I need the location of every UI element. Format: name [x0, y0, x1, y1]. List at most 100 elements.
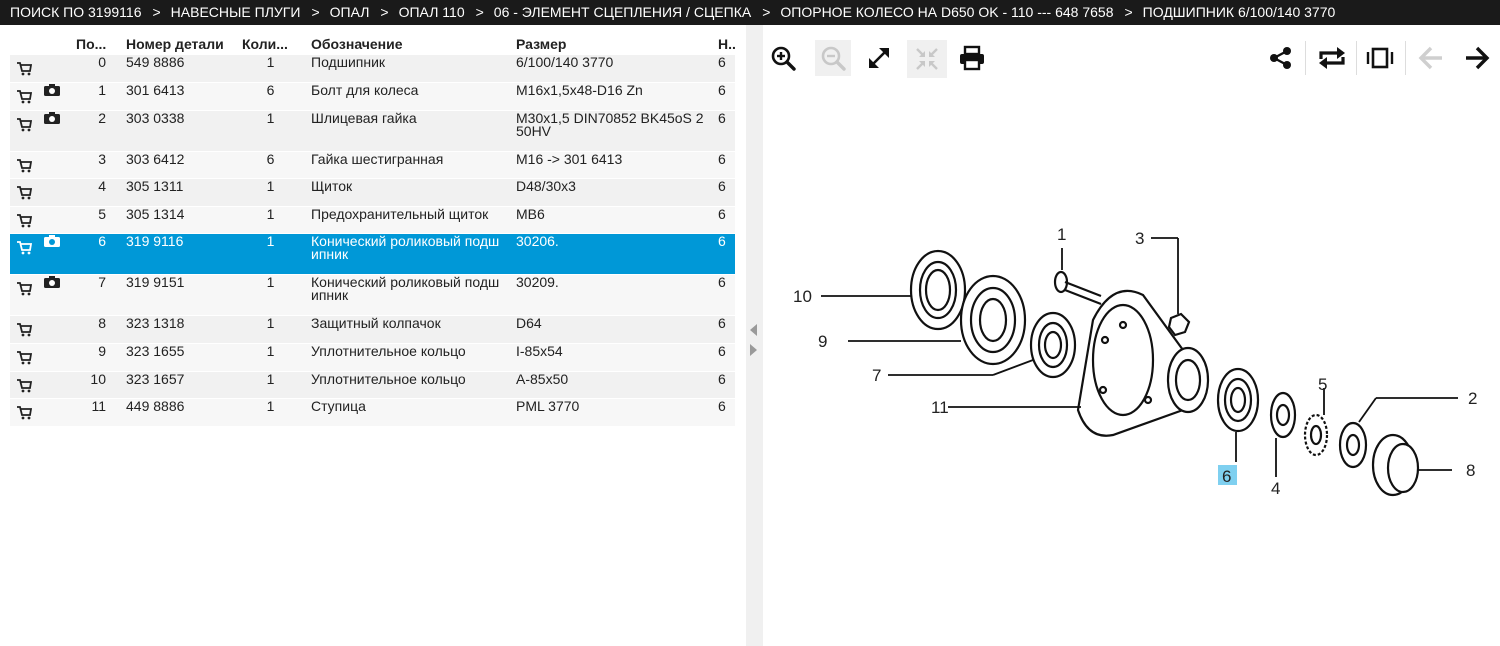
part-4-washer[interactable] — [1269, 391, 1297, 439]
add-to-cart-button[interactable] — [16, 349, 32, 365]
table-row[interactable]: 1 301 6413 6 Болт для колеса M16x1,5x48-D16 … — [10, 81, 735, 111]
part-number-cell: 549 8886 — [120, 55, 236, 84]
breadcrumb-item-plows[interactable]: НАВЕСНЫЕ ПЛУГИ — [171, 4, 301, 20]
breadcrumb-item-opal-110[interactable]: ОПАЛ 110 — [399, 4, 465, 20]
column-header-pos[interactable]: По... — [70, 33, 120, 55]
part-number-cell: 323 1657 — [120, 371, 236, 400]
callout-9[interactable]: 9 — [818, 332, 827, 351]
camera-icon — [44, 84, 60, 97]
add-to-cart-button[interactable] — [16, 157, 32, 173]
callout-7[interactable]: 7 — [872, 366, 881, 385]
share-button[interactable] — [1265, 42, 1297, 74]
part-number-cell: 323 1318 — [120, 315, 236, 345]
part-11-hub[interactable] — [1076, 289, 1210, 437]
next-button[interactable] — [1461, 42, 1493, 74]
name-cell: Конический роликовый подш ипник — [305, 274, 510, 317]
column-header-qty[interactable]: Коли... — [236, 33, 305, 55]
part-9-seal[interactable] — [959, 274, 1027, 366]
carousel-button[interactable] — [1364, 42, 1396, 74]
add-to-cart-button[interactable] — [16, 239, 32, 255]
table-row[interactable]: 5 305 1314 1 Предохранительный щиток MB6 6 — [10, 206, 735, 235]
collapse-left-icon[interactable] — [750, 324, 757, 336]
add-to-cart-button[interactable] — [16, 116, 32, 132]
table-row[interactable]: 3 303 6412 6 Гайка шестигранная M16 -> 301 6… — [10, 151, 735, 180]
photo-button[interactable] — [44, 232, 60, 248]
part-number-cell: 323 1655 — [120, 343, 236, 372]
fullscreen-button[interactable] — [863, 42, 895, 74]
print-button[interactable] — [956, 42, 988, 74]
table-row-selected[interactable]: 6 319 9116 1 Конический роликовый подш ипни… — [10, 232, 735, 276]
part-3-nut[interactable] — [1167, 312, 1191, 337]
zoom-in-button[interactable] — [767, 42, 799, 74]
pos-cell: 3 — [70, 151, 120, 180]
row-actions — [10, 273, 70, 317]
column-header-name[interactable]: Обозначение — [305, 33, 510, 55]
add-to-cart-button[interactable] — [16, 212, 32, 228]
part-1-bolt[interactable] — [1053, 270, 1102, 306]
add-to-cart-button[interactable] — [16, 60, 32, 76]
column-header-size[interactable]: Размер — [510, 33, 712, 55]
photo-button[interactable] — [44, 273, 60, 289]
part-number-cell: 449 8886 — [120, 398, 236, 427]
fit-button[interactable] — [907, 40, 947, 78]
table-row[interactable]: 4 305 1311 1 Щиток D48/30x3 6 — [10, 178, 735, 207]
add-to-cart-button[interactable] — [16, 184, 32, 200]
part-5-safety-washer[interactable] — [1303, 413, 1329, 457]
table-row[interactable]: 2 303 0338 1 Шлицевая гайка M30x1,5 DIN70852… — [10, 109, 735, 152]
table-row[interactable]: 9 323 1655 1 Уплотнительное кольцо I-85x54 6 — [10, 343, 735, 372]
callout-2[interactable]: 2 — [1468, 389, 1477, 408]
pos-cell: 8 — [70, 315, 120, 345]
callout-11[interactable]: 11 — [931, 398, 949, 417]
panel-splitter[interactable] — [746, 25, 763, 646]
column-header-part-no[interactable]: Номер детали — [120, 33, 236, 55]
toolbar-divider — [1405, 41, 1406, 75]
swap-button[interactable] — [1316, 42, 1348, 74]
table-row[interactable]: 7 319 9151 1 Конический роликовый подш ипни… — [10, 273, 735, 317]
part-10-seal[interactable] — [909, 249, 967, 331]
callout-6[interactable]: 6 — [1222, 467, 1231, 486]
part-8-cap[interactable] — [1371, 433, 1420, 497]
size-cell: M16 -> 301 6413 — [510, 151, 712, 180]
table-row[interactable]: 11 449 8886 1 Ступица PML 3770 6 — [10, 398, 735, 427]
add-to-cart-button[interactable] — [16, 377, 32, 393]
table-row[interactable]: 8 323 1318 1 Защитный колпачок D64 6 — [10, 315, 735, 345]
breadcrumb-item-support-wheel[interactable]: ОПОРНОЕ КОЛЕСО НА D650 OK - 110 --- 648 … — [780, 4, 1113, 20]
callout-5[interactable]: 5 — [1318, 375, 1327, 394]
callout-10[interactable]: 10 — [793, 287, 812, 306]
column-header-n[interactable]: Н... — [712, 33, 735, 55]
exploded-diagram[interactable]: 10 9 7 11 1 3 2 5 4 6 8 — [763, 210, 1500, 515]
name-cell: Ступица — [305, 398, 510, 427]
row-actions — [10, 206, 70, 235]
photo-button[interactable] — [44, 109, 60, 125]
part-7-bearing[interactable] — [1029, 311, 1077, 379]
breadcrumb-item-bearing[interactable]: ПОДШИПНИК 6/100/140 3770 — [1143, 4, 1336, 20]
zoom-out-button[interactable] — [815, 40, 851, 76]
add-to-cart-button[interactable] — [16, 280, 32, 296]
row-actions — [10, 55, 70, 84]
breadcrumb-item-coupling[interactable]: 06 - ЭЛЕМЕНТ СЦЕПЛЕНИЯ / СЦЕПКА — [494, 4, 751, 20]
table-row[interactable]: 0 549 8886 1 Подшипник 6/100/140 3770 6 — [10, 55, 735, 84]
name-cell: Защитный колпачок — [305, 315, 510, 345]
table-row[interactable]: 10 323 1657 1 Уплотнительное кольцо A-85x50 6 — [10, 371, 735, 400]
callout-4[interactable]: 4 — [1271, 479, 1280, 498]
breadcrumb-item-search[interactable]: ПОИСК ПО 3199116 — [10, 4, 141, 20]
photo-button[interactable] — [44, 81, 60, 97]
callout-8[interactable]: 8 — [1466, 461, 1475, 480]
cart-icon — [17, 158, 32, 173]
part-6-bearing[interactable] — [1216, 367, 1260, 433]
previous-button[interactable] — [1415, 42, 1447, 74]
pos-cell: 6 — [70, 233, 120, 276]
cart-icon — [17, 117, 32, 132]
callout-1[interactable]: 1 — [1057, 225, 1066, 244]
collapse-right-icon[interactable] — [750, 344, 757, 356]
cart-icon — [17, 186, 32, 200]
breadcrumb-item-opal[interactable]: ОПАЛ — [330, 4, 370, 20]
n-cell: 6 — [712, 398, 735, 427]
add-to-cart-button[interactable] — [16, 88, 32, 104]
arrow-right-icon — [1466, 46, 1490, 70]
part-2-slotted-nut[interactable] — [1338, 421, 1368, 469]
add-to-cart-button[interactable] — [16, 321, 32, 337]
add-to-cart-button[interactable] — [16, 404, 32, 420]
callout-3[interactable]: 3 — [1135, 229, 1144, 248]
size-cell: PML 3770 — [510, 398, 712, 427]
